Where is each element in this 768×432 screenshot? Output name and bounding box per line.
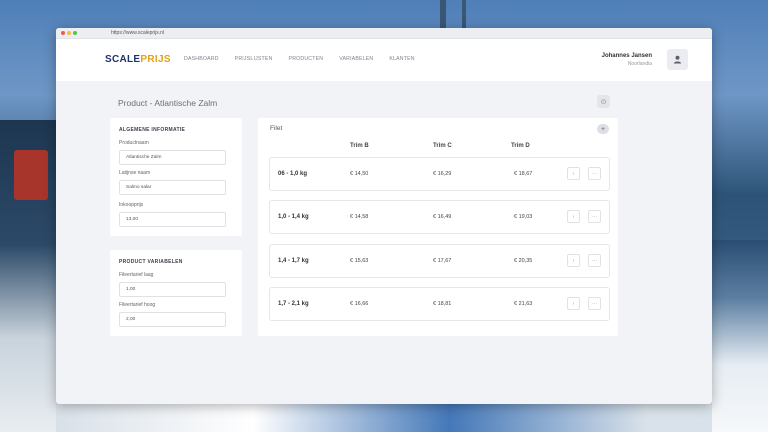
logo[interactable]: SCALEPRIJS: [105, 54, 171, 65]
row-more-button[interactable]: ···: [588, 254, 601, 267]
row-value: € 18,67: [514, 171, 533, 177]
app-window: https://www.scaleprijs.nl SCALEPRIJS DAS…: [56, 28, 712, 404]
row-value: € 20,35: [514, 258, 533, 264]
row-value: € 14,50: [350, 171, 369, 177]
latin-name-field[interactable]: Salmo salar: [119, 180, 226, 195]
row-value: € 18,81: [433, 301, 452, 307]
field-label: Fileertarief laag: [119, 272, 154, 278]
table-row[interactable]: 06 - 1,0 kg € 14,50 € 16,29 € 18,67 › ··…: [269, 157, 610, 191]
row-edit-button[interactable]: ›: [567, 254, 580, 267]
background-wake: [712, 240, 768, 432]
browser-bar: https://www.scaleprijs.nl: [56, 28, 712, 39]
column-header: Trim B: [350, 143, 369, 149]
field-label: Productnaam: [119, 140, 149, 146]
product-name-field[interactable]: Atlantische Zalm: [119, 150, 226, 165]
add-row-button[interactable]: +: [597, 124, 609, 134]
avatar[interactable]: [667, 49, 688, 70]
table-row[interactable]: 1,7 - 2,1 kg € 16,66 € 18,81 € 21,63 › ·…: [269, 287, 610, 321]
row-label: 1,7 - 2,1 kg: [278, 301, 309, 307]
row-label: 1,0 - 1,4 kg: [278, 214, 309, 220]
url-text[interactable]: https://www.scaleprijs.nl: [111, 30, 164, 36]
logo-part-2: PRIJS: [140, 54, 171, 65]
plus-icon: +: [600, 125, 606, 133]
price-table-card: Filet + Trim B Trim C Trim D 06 - 1,0 kg…: [258, 118, 618, 336]
field-label: Inkoopprijs: [119, 202, 144, 208]
more-icon: ···: [592, 300, 597, 307]
edit-icon: ›: [572, 170, 575, 177]
user-info: Johannes Jansen Noorlandia: [602, 53, 652, 67]
nav-item-dashboard[interactable]: DASHBOARD: [184, 56, 219, 62]
page-title: Product - Atlantische Zalm: [118, 98, 218, 108]
row-value: € 15,63: [350, 258, 369, 264]
row-edit-button[interactable]: ›: [567, 297, 580, 310]
table-row[interactable]: 1,4 - 1,7 kg € 15,63 € 17,67 € 20,35 › ·…: [269, 244, 610, 278]
background-crane: [14, 150, 48, 200]
nav-item-prijslijsten[interactable]: PRIJSLIJSTEN: [235, 56, 273, 62]
edit-icon: ›: [572, 300, 575, 307]
nav-item-variabelen[interactable]: VARIABELEN: [339, 56, 373, 62]
user-icon: [673, 55, 682, 64]
purchase-price-field[interactable]: 13,00: [119, 212, 226, 227]
fillet-rate-high-field[interactable]: 2,00: [119, 312, 226, 327]
row-edit-button[interactable]: ›: [567, 210, 580, 223]
row-edit-button[interactable]: ›: [567, 167, 580, 180]
product-variables-heading: PRODUCT VARIABELEN: [119, 259, 183, 265]
nav-menu: DASHBOARD PRIJSLIJSTEN PRODUCTEN VARIABE…: [184, 56, 431, 62]
user-location: Noorlandia: [627, 61, 652, 67]
more-icon: ···: [592, 257, 597, 264]
page-action-button[interactable]: ⊙: [597, 95, 610, 108]
table-title: Filet: [270, 125, 283, 132]
row-more-button[interactable]: ···: [588, 210, 601, 223]
top-nav: SCALEPRIJS DASHBOARD PRIJSLIJSTEN PRODUC…: [56, 39, 712, 81]
general-info-card: ALGEMENE INFORMATIE Productnaam Atlantis…: [110, 118, 242, 236]
logo-part-1: SCALE: [105, 54, 141, 65]
row-value: € 21,63: [514, 301, 533, 307]
row-value: € 16,49: [433, 214, 452, 220]
user-name: Johannes Jansen: [601, 53, 652, 59]
row-value: € 17,67: [433, 258, 452, 264]
product-variables-card: PRODUCT VARIABELEN Fileertarief laag 1,0…: [110, 250, 242, 336]
column-header: Trim D: [511, 143, 530, 149]
field-label: Fileertarief hoog: [119, 302, 156, 308]
general-info-heading: ALGEMENE INFORMATIE: [119, 127, 186, 133]
close-dot[interactable]: [61, 31, 65, 35]
nav-item-producten[interactable]: PRODUCTEN: [289, 56, 324, 62]
background-deck: [56, 404, 712, 432]
column-header: Trim C: [433, 143, 452, 149]
more-icon: ···: [592, 170, 597, 177]
row-value: € 16,29: [433, 171, 452, 177]
field-label: Latijnse naam: [119, 170, 151, 176]
table-row[interactable]: 1,0 - 1,4 kg € 14,58 € 16,49 € 19,03 › ·…: [269, 200, 610, 234]
edit-icon: ›: [572, 257, 575, 264]
row-label: 1,4 - 1,7 kg: [278, 258, 309, 264]
row-value: € 19,03: [514, 214, 533, 220]
row-label: 06 - 1,0 kg: [278, 171, 308, 177]
row-value: € 14,58: [350, 214, 369, 220]
more-icon: ···: [592, 213, 597, 220]
edit-icon: ›: [572, 213, 575, 220]
background-mast: [440, 0, 446, 28]
background-mast: [462, 0, 466, 28]
fillet-rate-low-field[interactable]: 1,00: [119, 282, 226, 297]
nav-item-klanten[interactable]: KLANTEN: [389, 56, 414, 62]
row-more-button[interactable]: ···: [588, 297, 601, 310]
row-more-button[interactable]: ···: [588, 167, 601, 180]
maximize-dot[interactable]: [73, 31, 77, 35]
row-value: € 16,66: [350, 301, 369, 307]
minimize-dot[interactable]: [67, 31, 71, 35]
settings-icon: ⊙: [600, 98, 607, 106]
